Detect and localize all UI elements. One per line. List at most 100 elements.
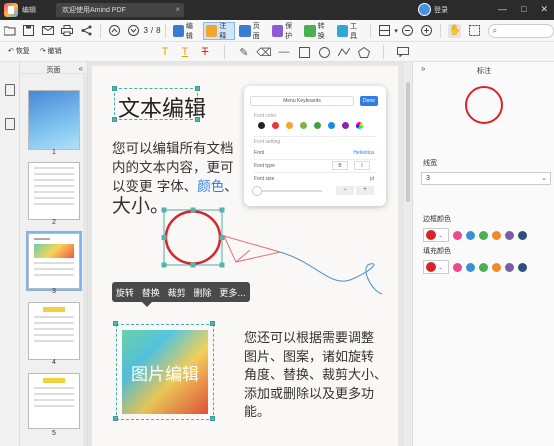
pen-icon[interactable]: ✎ (237, 44, 251, 60)
color-swatch[interactable] (479, 262, 488, 272)
color-swatch[interactable] (518, 262, 527, 272)
thumbnail-page-3[interactable] (26, 231, 82, 291)
eraser-icon[interactable]: ⌫ (256, 44, 272, 60)
sample-image[interactable]: 图片编辑 (122, 330, 208, 414)
module-protect[interactable]: 保护 (270, 22, 300, 40)
maximize-button[interactable]: □ (521, 4, 526, 15)
zoom-out-icon[interactable] (401, 24, 414, 38)
font-select[interactable]: Menu Keyboards (250, 96, 354, 106)
select-tool-icon[interactable] (467, 24, 480, 38)
paragraph-1[interactable]: 您可以编辑所有文档 内的文本内容，更可 以变更 字体、颜色、 大小。 (112, 140, 242, 216)
font-size-increase[interactable]: + (356, 186, 374, 195)
italic-toggle[interactable]: I (354, 161, 370, 170)
color-swatch[interactable] (466, 262, 475, 272)
color-swatch[interactable] (466, 230, 475, 240)
color-swatch[interactable] (300, 122, 307, 129)
mail-icon[interactable] (41, 24, 55, 38)
page-down-icon[interactable] (127, 24, 140, 38)
rectangle-icon[interactable] (297, 44, 311, 60)
color-swatch[interactable] (505, 262, 514, 272)
fill-color-picker[interactable]: ⌄ (423, 260, 449, 274)
close-button[interactable]: ✕ (540, 4, 548, 15)
thumbnail-page-4[interactable] (28, 302, 80, 360)
module-page[interactable]: 页面 (237, 22, 267, 40)
color-swatch[interactable] (286, 122, 293, 129)
paragraph-2[interactable]: 您还可以根据需要调整 图片、图案，诸如旋转 角度、替换、裁剪大小、 添加或删除以… (244, 330, 404, 423)
font-size-slider[interactable] (252, 186, 322, 196)
circle-annotation[interactable] (160, 206, 228, 270)
current-page[interactable]: 3 (143, 26, 147, 35)
polyline-icon[interactable] (337, 44, 351, 60)
highlight-text-icon[interactable]: T (158, 44, 172, 60)
color-swatch[interactable] (314, 122, 321, 129)
color-swatch[interactable] (342, 122, 349, 129)
rotate-button[interactable]: 旋转 (116, 286, 134, 299)
border-color-picker[interactable]: ⌄ (423, 228, 449, 242)
thumbnail-scrollbar[interactable] (83, 74, 87, 446)
comment-icon[interactable] (396, 44, 410, 60)
polygon-icon[interactable] (357, 44, 371, 60)
share-icon[interactable] (80, 24, 93, 38)
module-tools[interactable]: 工具 (335, 22, 365, 40)
strikeout-text-icon[interactable]: T (198, 44, 212, 60)
tab-close-icon[interactable]: × (175, 5, 180, 14)
line-width-select[interactable]: 3 ⌄ (421, 172, 551, 185)
resize-handle[interactable] (112, 117, 117, 122)
zoom-in-icon[interactable] (420, 24, 433, 38)
font-value[interactable]: Helvetica (353, 150, 374, 156)
document-tab[interactable]: 欢迎使用Amind PDF × (56, 3, 184, 17)
text-edit-title[interactable]: 文本编辑 (118, 91, 206, 123)
resize-handle[interactable] (210, 321, 215, 326)
undo-button[interactable]: ↶ 恢复 (8, 46, 30, 56)
zoom-dropdown[interactable]: ▾ (394, 27, 398, 35)
view-mode-icon[interactable] (378, 24, 391, 38)
minimize-button[interactable]: — (498, 4, 507, 15)
more-button[interactable]: 更多... (219, 286, 246, 299)
resize-handle[interactable] (112, 86, 117, 91)
color-swatch[interactable] (492, 262, 501, 272)
underline-text-icon[interactable]: T (178, 44, 192, 60)
module-annotate[interactable]: 注释 (202, 21, 236, 40)
color-swatch[interactable] (258, 122, 265, 129)
color-swatch[interactable] (453, 262, 462, 272)
replace-button[interactable]: 替换 (142, 286, 160, 299)
thumbnail-page-2[interactable] (28, 162, 80, 220)
color-swatch[interactable] (479, 230, 488, 240)
color-swatch[interactable] (518, 230, 527, 240)
resize-handle[interactable] (113, 321, 118, 326)
redo-button[interactable]: ↷ 撤销 (40, 46, 62, 56)
login-button[interactable]: 登录 (418, 3, 448, 16)
module-edit[interactable]: 编辑 (171, 22, 201, 40)
tools-icon (336, 24, 349, 37)
print-icon[interactable] (61, 24, 74, 38)
circle-icon[interactable] (317, 44, 331, 60)
delete-button[interactable]: 删除 (194, 286, 212, 299)
search-input[interactable]: ⌕ (487, 23, 554, 38)
page-up-icon[interactable] (108, 24, 121, 38)
thumbnail-page-1[interactable] (28, 90, 80, 150)
color-swatch[interactable] (453, 230, 462, 240)
vertical-scrollbar[interactable] (404, 62, 412, 446)
color-wheel-icon[interactable] (356, 122, 363, 129)
thumbnail-page-5[interactable] (28, 373, 80, 429)
crop-button[interactable]: 裁剪 (168, 286, 186, 299)
pages-panel-icon[interactable] (5, 84, 15, 96)
color-swatch[interactable] (272, 122, 279, 129)
line-icon[interactable]: ― (277, 44, 291, 60)
module-convert[interactable]: 转换 (302, 22, 332, 40)
open-folder-icon[interactable] (3, 24, 16, 38)
page-navigator[interactable]: 3 / 8 (143, 26, 160, 35)
title-bar: 编辑 欢迎使用Amind PDF × 登录 — □ ✕ (0, 0, 554, 20)
color-swatch[interactable] (492, 230, 501, 240)
resize-handle[interactable] (113, 416, 118, 421)
color-swatch[interactable] (505, 230, 514, 240)
bookmark-panel-icon[interactable] (5, 118, 15, 130)
collapse-icon[interactable]: « (79, 64, 83, 73)
done-button[interactable]: Done (360, 96, 378, 106)
hand-tool-icon[interactable]: ✋ (448, 23, 462, 38)
bold-toggle[interactable]: B (332, 161, 348, 170)
resize-handle[interactable] (210, 416, 215, 421)
font-size-decrease[interactable]: − (336, 186, 354, 195)
color-swatch[interactable] (328, 122, 335, 129)
save-icon[interactable] (22, 24, 35, 38)
